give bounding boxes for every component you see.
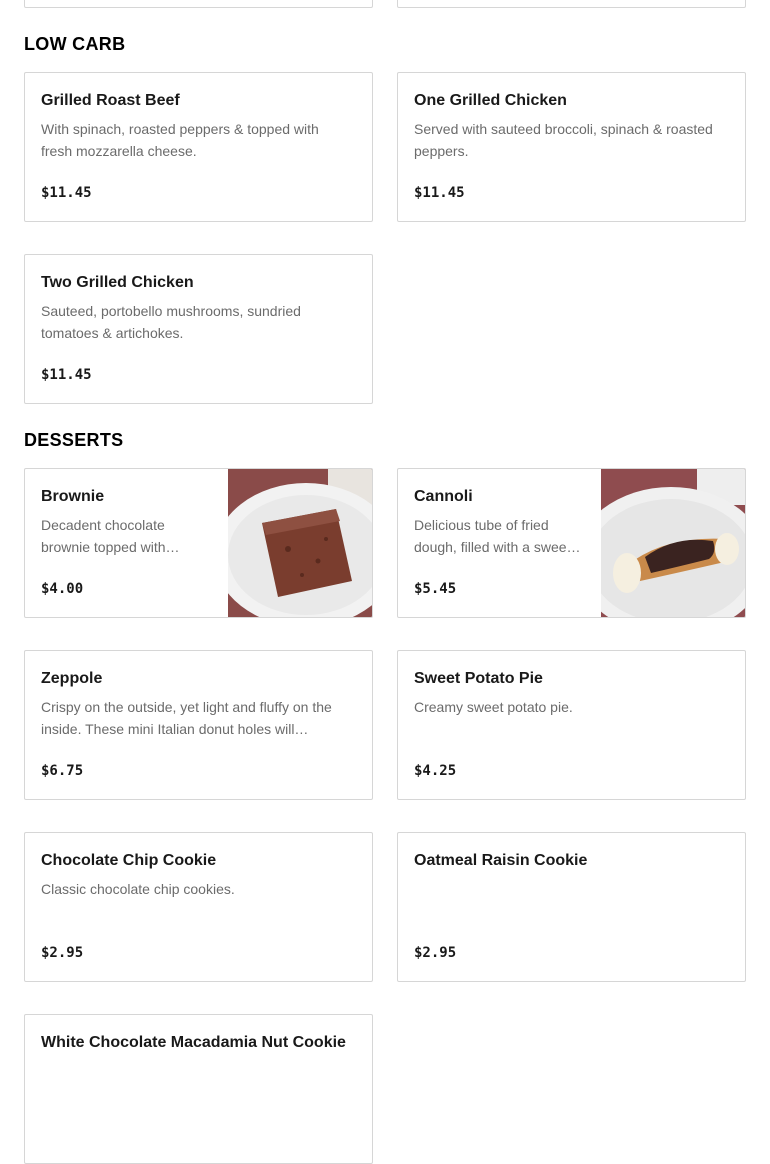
item-name: Cannoli [414, 488, 473, 505]
item-price: $2.95 [414, 945, 457, 961]
item-price: $5.45 [414, 581, 457, 597]
item-name: Oatmeal Raisin Cookie [414, 852, 588, 869]
menu-item-chocolate-chip-cookie[interactable]: Chocolate Chip Cookie Classic chocolate … [24, 832, 373, 982]
item-price: $11.45 [41, 367, 92, 383]
menu-item-two-grilled-chicken[interactable]: Two Grilled Chicken Sauteed, portobello … [24, 254, 373, 404]
item-description: Decadent chocolate brownie topped with… [41, 517, 180, 555]
menu-item-brownie[interactable]: Brownie Decadent chocolate brownie toppe… [24, 468, 373, 618]
section-title-desserts: DESSERTS [24, 430, 124, 450]
menu-item-sweet-potato-pie[interactable]: Sweet Potato Pie Creamy sweet potato pie… [397, 650, 746, 800]
item-price: $11.45 [41, 185, 92, 201]
item-description: Delicious tube of fried dough, filled wi… [414, 517, 581, 555]
item-price: $6.75 [41, 763, 84, 779]
item-description: Creamy sweet potato pie. [414, 699, 573, 715]
item-name: One Grilled Chicken [414, 92, 567, 109]
item-description: With spinach, roasted peppers & topped w… [41, 121, 319, 159]
item-description: Sauteed, portobello mushrooms, sundried … [41, 303, 301, 341]
cannoli-photo [601, 469, 745, 617]
item-price: $4.00 [41, 581, 84, 597]
item-description: Crispy on the outside, yet light and flu… [41, 699, 332, 737]
item-price: $2.95 [41, 945, 84, 961]
item-price: $4.25 [414, 763, 457, 779]
menu-item-zeppole[interactable]: Zeppole Crispy on the outside, yet light… [24, 650, 373, 800]
item-name: Brownie [41, 488, 105, 505]
menu-item-cannoli[interactable]: Cannoli Delicious tube of fried dough, f… [397, 468, 746, 618]
menu-item-oatmeal-raisin-cookie[interactable]: Oatmeal Raisin Cookie $2.95 [397, 832, 746, 982]
item-name: White Chocolate Macadamia Nut Cookie [41, 1034, 346, 1051]
item-description: Served with sauteed broccoli, spinach & … [414, 121, 713, 159]
item-description: Classic chocolate chip cookies. [41, 881, 235, 897]
menu-item-one-grilled-chicken[interactable]: One Grilled Chicken Served with sauteed … [397, 72, 746, 222]
item-name: Chocolate Chip Cookie [41, 852, 217, 869]
menu-item-card[interactable] [24, 0, 373, 8]
section-title-low-carb: LOW CARB [24, 34, 126, 54]
menu-item-card[interactable] [397, 0, 746, 8]
menu-item-white-chocolate-macadamia-nut-cookie[interactable]: White Chocolate Macadamia Nut Cookie [24, 1014, 373, 1164]
item-name: Sweet Potato Pie [414, 670, 543, 687]
menu-item-grilled-roast-beef[interactable]: Grilled Roast Beef With spinach, roasted… [24, 72, 373, 222]
item-name: Grilled Roast Beef [41, 92, 180, 109]
brownie-photo [228, 469, 372, 617]
item-name: Two Grilled Chicken [41, 274, 194, 291]
item-price: $11.45 [414, 185, 465, 201]
item-name: Zeppole [41, 670, 103, 687]
